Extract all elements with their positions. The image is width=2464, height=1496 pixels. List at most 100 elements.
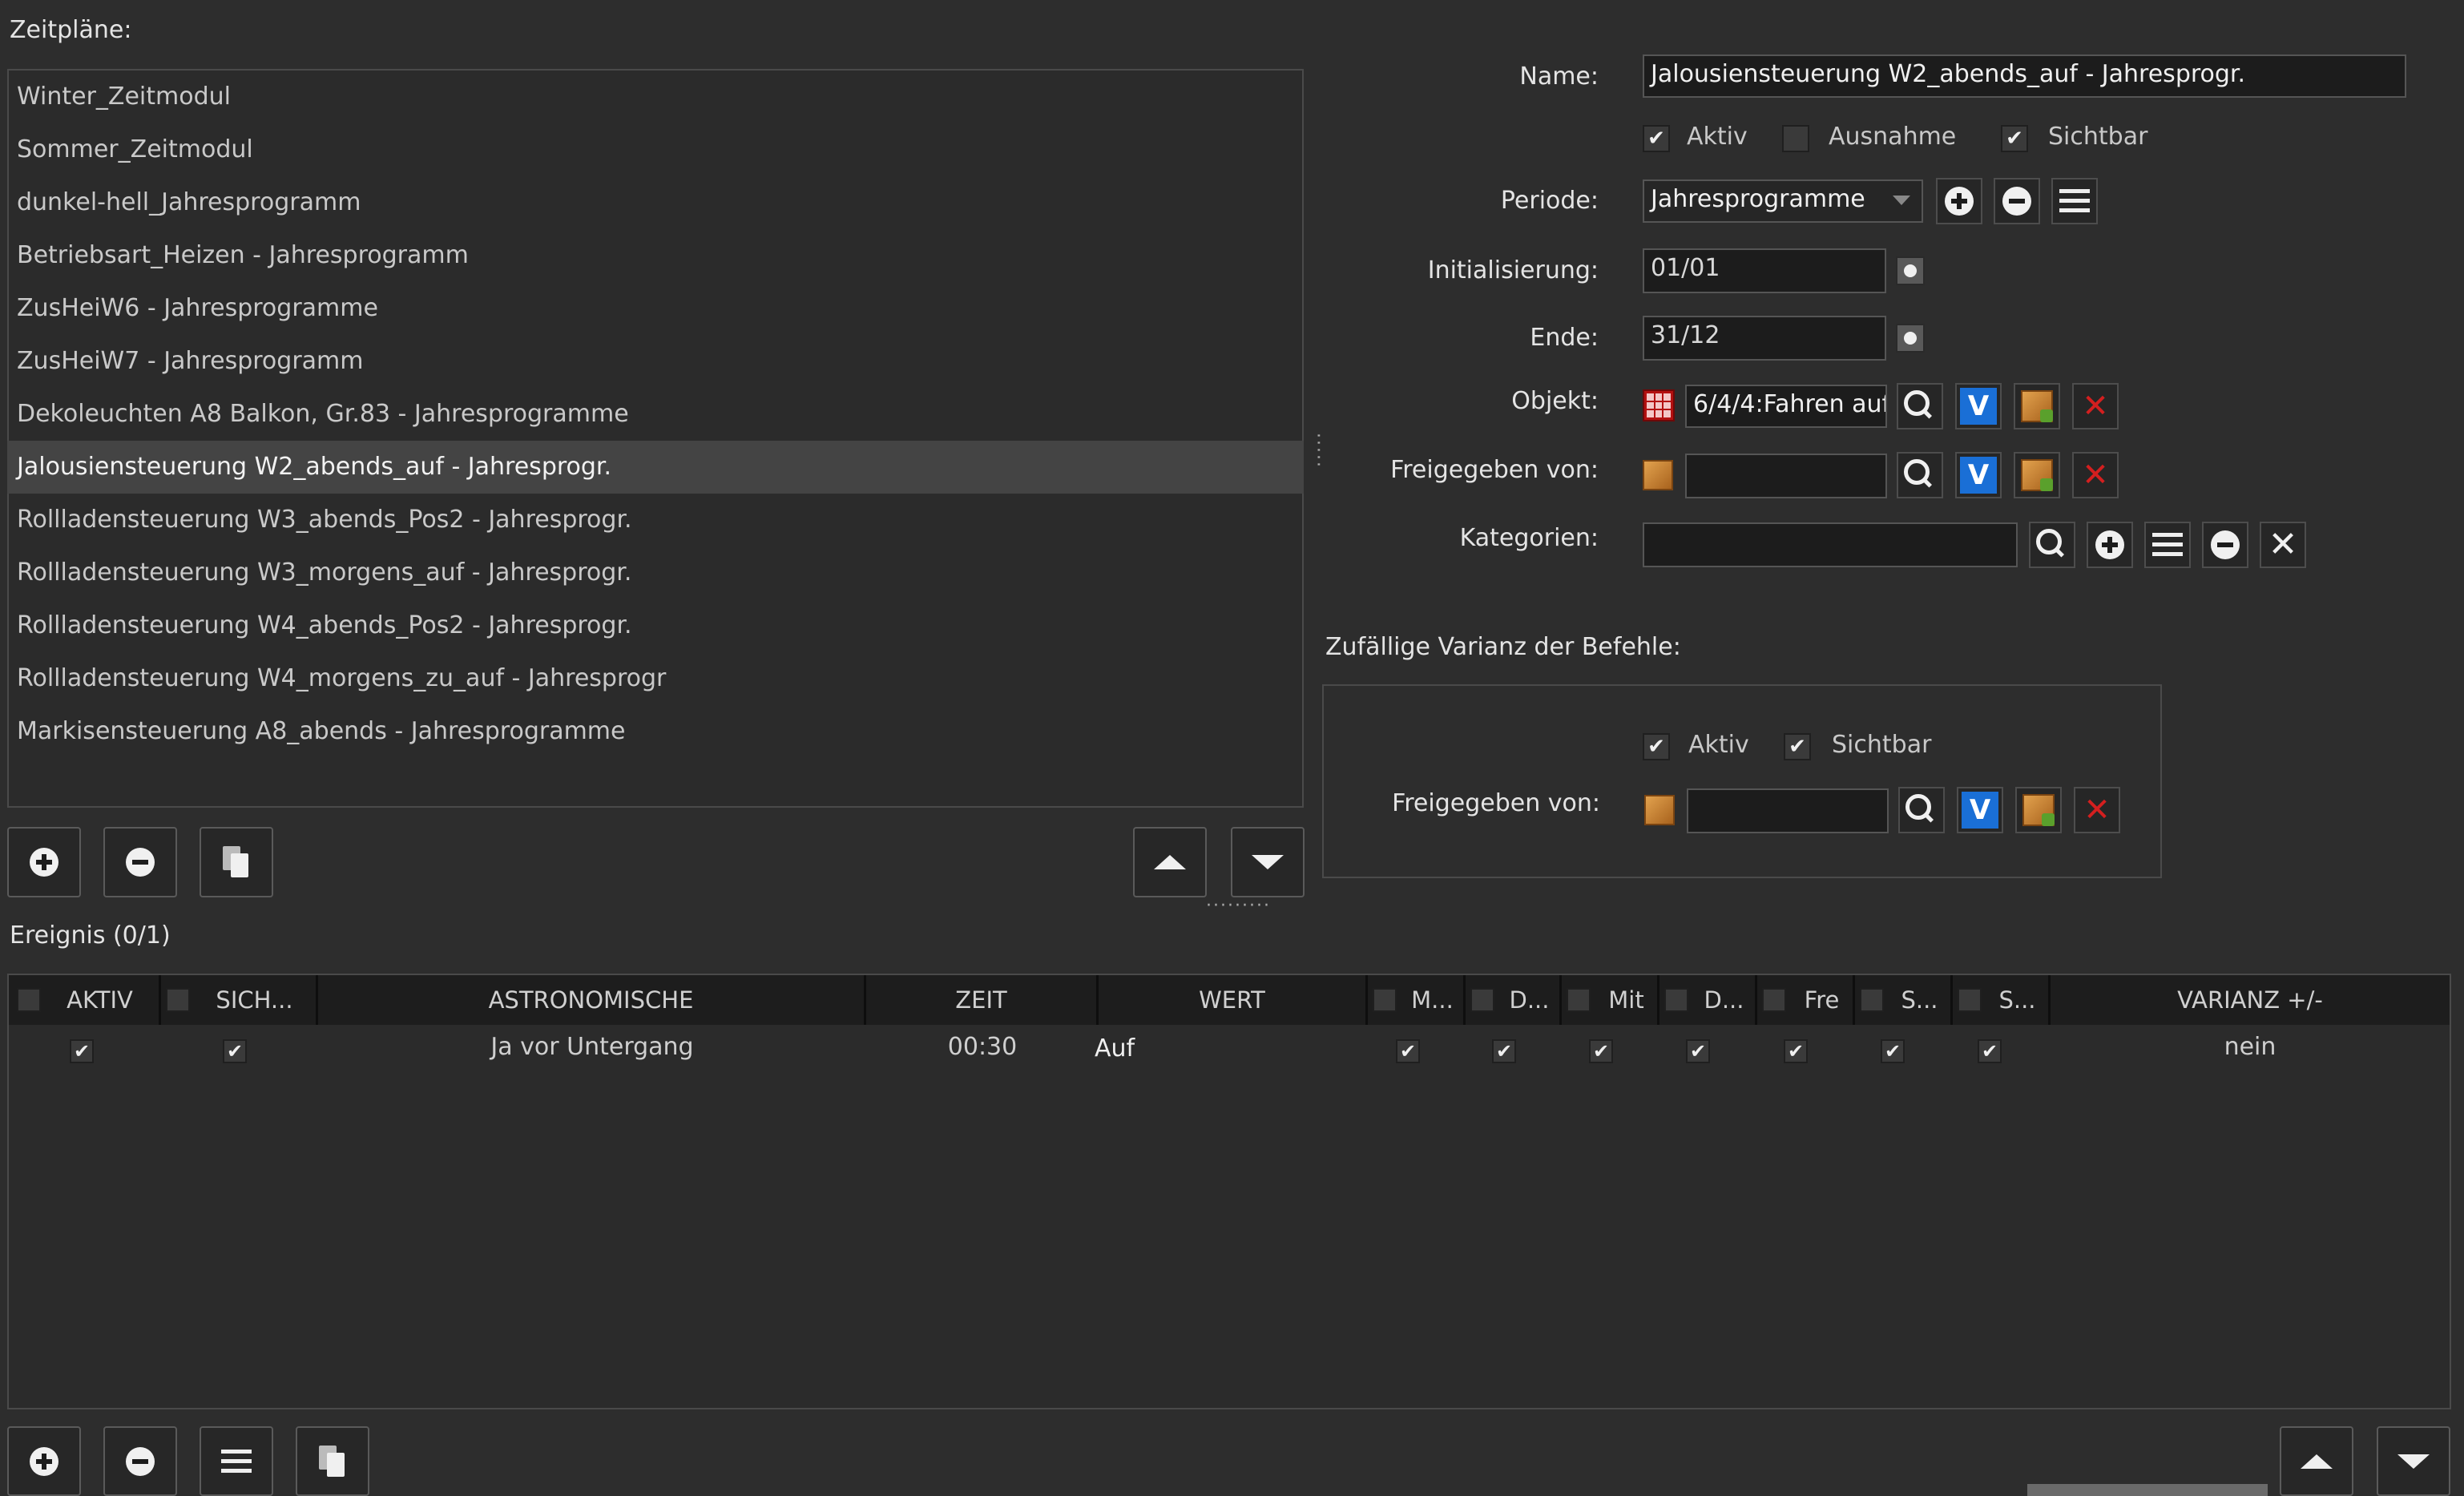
row-di-checkbox[interactable]: ✔ [1492, 1039, 1516, 1063]
column-header-di[interactable]: D... [1466, 975, 1562, 1025]
periode-select[interactable]: Jahresprogramme [1643, 179, 1923, 223]
kategorien-remove-button[interactable] [2202, 522, 2248, 568]
header-checkbox[interactable] [1470, 988, 1494, 1012]
row-zeit: 00:30 [947, 1033, 1018, 1061]
remove-event-button[interactable] [103, 1426, 177, 1496]
row-aktiv-checkbox[interactable]: ✔ [70, 1039, 94, 1063]
freigegeben-select-button[interactable]: V [1955, 452, 2002, 498]
aktiv-checkbox[interactable]: ✔ [1643, 125, 1670, 152]
copy-event-button[interactable] [296, 1426, 369, 1496]
list-item[interactable]: Betriebsart_Heizen - Jahresprogramm [7, 229, 1304, 282]
column-header-varianz[interactable]: VARIANZ +/- [2051, 975, 2450, 1025]
header-checkbox[interactable] [1762, 988, 1786, 1012]
header-checkbox[interactable] [166, 988, 190, 1012]
list-event-button[interactable] [200, 1426, 273, 1496]
select-all-checkbox[interactable] [17, 988, 41, 1012]
header-checkbox[interactable] [1664, 988, 1688, 1012]
row-do-checkbox[interactable]: ✔ [1686, 1039, 1710, 1063]
freigegeben-clear-button[interactable]: ✕ [2072, 452, 2119, 498]
header-checkbox[interactable] [1958, 988, 1982, 1012]
list-item[interactable]: dunkel-hell_Jahresprogramm [7, 176, 1304, 229]
list-item[interactable]: Rollladensteuerung W3_abends_Pos2 - Jahr… [7, 494, 1304, 546]
package-icon [2021, 459, 2053, 491]
search-icon [2036, 529, 2062, 554]
kategorien-add-button[interactable] [2087, 522, 2133, 568]
list-item[interactable]: Winter_Zeitmodul [7, 71, 1304, 123]
list-item[interactable]: Rollladensteuerung W3_morgens_auf - Jahr… [7, 546, 1304, 599]
column-header-do[interactable]: D... [1659, 975, 1757, 1025]
move-up-button[interactable] [1133, 827, 1207, 897]
column-header-wert[interactable]: WERT [1099, 975, 1368, 1025]
add-schedule-button[interactable] [7, 827, 81, 897]
move-down-button[interactable] [1231, 827, 1305, 897]
freigegeben-field[interactable] [1685, 454, 1887, 498]
list-item[interactable]: Rollladensteuerung W4_abends_Pos2 - Jahr… [7, 599, 1304, 652]
varianz-select-button[interactable]: V [1957, 787, 2003, 833]
row-fr-checkbox[interactable]: ✔ [1784, 1039, 1808, 1063]
column-header-mo[interactable]: M... [1368, 975, 1466, 1025]
horizontal-splitter[interactable]: ········· [1206, 896, 1271, 916]
varianz-clear-button[interactable]: ✕ [2074, 787, 2120, 833]
freigegeben-open-button[interactable] [2014, 452, 2060, 498]
objekt-search-button[interactable] [1897, 383, 1943, 429]
header-checkbox[interactable] [1373, 988, 1397, 1012]
row-sichtbar-checkbox[interactable]: ✔ [223, 1039, 247, 1063]
varianz-open-button[interactable] [2015, 787, 2062, 833]
column-header-sa[interactable]: S... [1855, 975, 1953, 1025]
column-header-zeit[interactable]: ZEIT [866, 975, 1099, 1025]
kategorien-clear-button[interactable]: ✕ [2260, 522, 2306, 568]
event-move-down-button[interactable] [2377, 1426, 2450, 1496]
column-header-aktiv[interactable]: AKTIV [9, 975, 161, 1025]
list-item[interactable]: ZusHeiW6 - Jahresprogramme [7, 282, 1304, 335]
list-item[interactable]: Markisensteuerung A8_abends - Jahresprog… [7, 705, 1304, 758]
remove-schedule-button[interactable] [103, 827, 177, 897]
ausnahme-checkbox[interactable] [1782, 125, 1809, 152]
list-item[interactable]: Jalousiensteuerung W2_abends_auf - Jahre… [7, 441, 1304, 494]
header-checkbox[interactable] [1860, 988, 1884, 1012]
ende-field[interactable]: 31/12 [1643, 316, 1886, 361]
column-header-so[interactable]: S... [1953, 975, 2051, 1025]
minus-icon [126, 848, 155, 877]
objekt-clear-button[interactable]: ✕ [2072, 383, 2119, 429]
sichtbar-checkbox[interactable]: ✔ [2001, 125, 2028, 152]
row-mi-checkbox[interactable]: ✔ [1589, 1039, 1613, 1063]
column-header-astronomische[interactable]: ASTRONOMISCHE [318, 975, 866, 1025]
init-field[interactable]: 01/01 [1643, 248, 1886, 293]
column-header-mi[interactable]: Mit [1562, 975, 1659, 1025]
list-item[interactable]: Dekoleuchten A8 Balkon, Gr.83 - Jahrespr… [7, 388, 1304, 441]
periode-list-button[interactable] [2051, 178, 2098, 224]
kategorien-field[interactable] [1643, 522, 2018, 567]
event-move-up-button[interactable] [2280, 1426, 2353, 1496]
kategorien-list-button[interactable] [2144, 522, 2191, 568]
periode-remove-button[interactable] [1994, 178, 2040, 224]
object-type-icon [1643, 389, 1675, 421]
header-checkbox[interactable] [1567, 988, 1591, 1012]
name-field[interactable]: Jalousiensteuerung W2_abends_auf - Jahre… [1643, 54, 2406, 98]
calendar-icon[interactable] [1896, 324, 1925, 353]
row-sa-checkbox[interactable]: ✔ [1881, 1039, 1905, 1063]
column-header-sichtbar[interactable]: SICH... [161, 975, 318, 1025]
freigegeben-search-button[interactable] [1897, 452, 1943, 498]
add-event-button[interactable] [7, 1426, 81, 1496]
objekt-select-button[interactable]: V [1955, 383, 2002, 429]
list-item[interactable]: ZusHeiW7 - Jahresprogramm [7, 335, 1304, 388]
column-header-fr[interactable]: Fre [1757, 975, 1855, 1025]
row-so-checkbox[interactable]: ✔ [1978, 1039, 2002, 1063]
varianz-freigegeben-field[interactable] [1687, 788, 1889, 833]
copy-schedule-button[interactable] [200, 827, 273, 897]
objekt-field[interactable]: 6/4/4:Fahren auf [1685, 385, 1887, 428]
arrow-up-icon [1154, 855, 1186, 869]
row-mo-checkbox[interactable]: ✔ [1396, 1039, 1420, 1063]
periode-add-button[interactable] [1936, 178, 1982, 224]
table-row[interactable]: ✔ ✔ Ja vor Untergang 00:30 Auf ✔ ✔ ✔ ✔ ✔… [9, 1025, 2450, 1076]
kategorien-search-button[interactable] [2029, 522, 2075, 568]
varianz-aktiv-checkbox[interactable]: ✔ [1643, 733, 1670, 760]
varianz-search-button[interactable] [1898, 787, 1945, 833]
objekt-open-button[interactable] [2014, 383, 2060, 429]
list-item[interactable]: Sommer_Zeitmodul [7, 123, 1304, 176]
chevron-down-icon [1893, 196, 1910, 205]
list-item[interactable]: Rollladensteuerung W4_morgens_zu_auf - J… [7, 652, 1304, 705]
varianz-sichtbar-checkbox[interactable]: ✔ [1784, 733, 1811, 760]
calendar-icon[interactable] [1896, 256, 1925, 285]
horizontal-scrollbar[interactable] [2027, 1484, 2268, 1496]
